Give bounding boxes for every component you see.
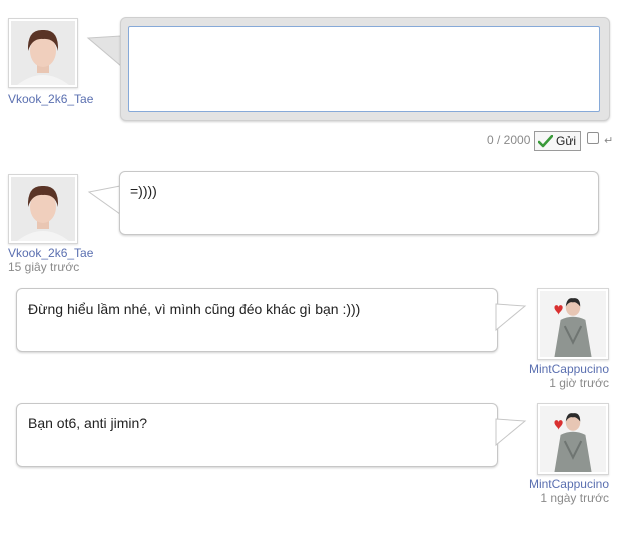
character-counter: 0 / 2000: [487, 133, 531, 147]
username[interactable]: MintCappucino: [529, 362, 609, 376]
bubble-tail: [495, 418, 527, 447]
message-bubble: Đừng hiểu lầm nhé, vì mình cũng đéo khác…: [16, 288, 498, 352]
profile-photo-mint: [540, 406, 606, 472]
bubble-tail: [495, 303, 527, 332]
profile-photo-mint: [540, 291, 606, 357]
message-text: =)))): [130, 183, 157, 199]
bubble-tail: [87, 185, 121, 215]
message-input[interactable]: [128, 26, 600, 112]
username[interactable]: Vkook_2k6_Tae: [8, 92, 93, 106]
enter-key-icon: ↵: [604, 135, 614, 147]
username[interactable]: Vkook_2k6_Tae: [8, 246, 93, 260]
enter-to-send-checkbox[interactable]: [587, 132, 599, 144]
message-bubble: Bạn ot6, anti jimin?: [16, 403, 498, 467]
timestamp: 15 giây trước: [8, 260, 80, 274]
username[interactable]: MintCappucino: [529, 477, 609, 491]
message-text: Bạn ot6, anti jimin?: [28, 415, 148, 431]
profile-photo-tae: [11, 21, 75, 85]
avatar[interactable]: [537, 403, 609, 475]
avatar[interactable]: [537, 288, 609, 360]
check-icon: [538, 134, 553, 147]
avatar[interactable]: [8, 174, 78, 244]
profile-photo-tae: [11, 177, 75, 241]
avatar[interactable]: [8, 18, 78, 88]
timestamp: 1 ngày trước: [540, 491, 609, 505]
bubble-tail: [86, 35, 122, 68]
timestamp: 1 giờ trước: [549, 376, 609, 390]
send-label: Gửi: [556, 134, 577, 148]
message-text: Đừng hiểu lầm nhé, vì mình cũng đéo khác…: [28, 301, 361, 317]
message-bubble: =)))): [119, 171, 599, 235]
message-composer: [120, 17, 610, 121]
send-button[interactable]: Gửi: [534, 131, 581, 151]
